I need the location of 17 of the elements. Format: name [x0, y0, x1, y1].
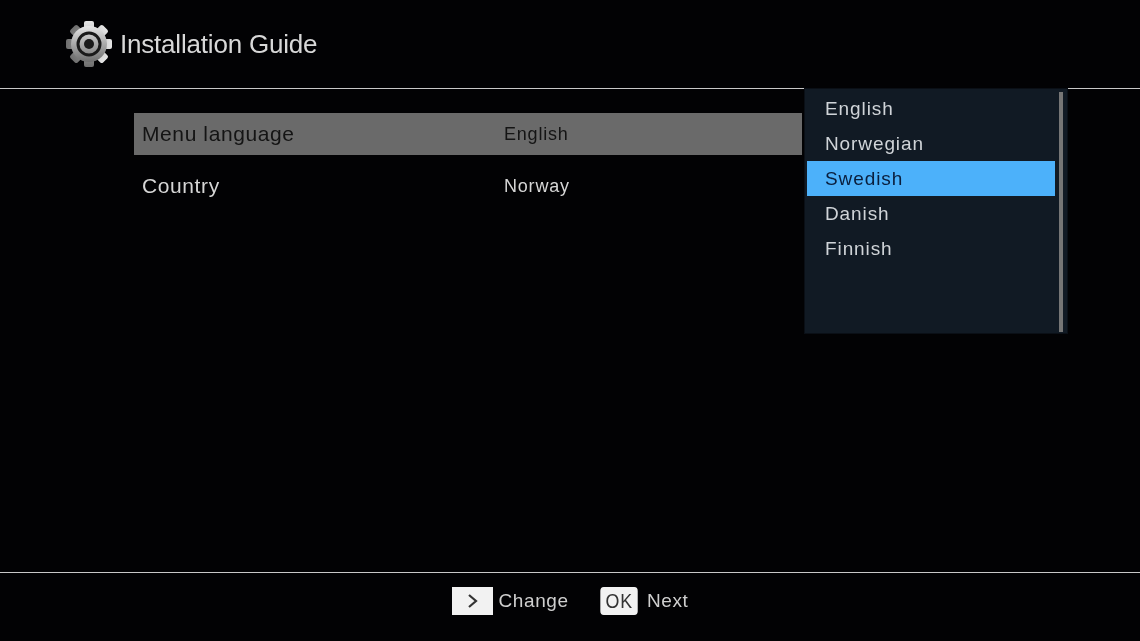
- setting-value: English: [504, 122, 569, 146]
- gear-icon: [66, 21, 112, 67]
- hint-label: Next: [647, 589, 689, 613]
- hint-label: Change: [498, 589, 569, 613]
- setting-label: Menu language: [141, 121, 296, 148]
- scrollbar-thumb[interactable]: [1059, 92, 1063, 332]
- language-option[interactable]: English: [807, 91, 1055, 126]
- setting-label: Country: [141, 173, 221, 200]
- language-option[interactable]: Finnish: [807, 231, 1055, 266]
- language-option[interactable]: Swedish: [807, 161, 1055, 196]
- settings-row[interactable]: Country Norway: [134, 165, 802, 207]
- screen-title: Installation Guide: [120, 27, 318, 61]
- language-option[interactable]: Norwegian: [807, 126, 1055, 161]
- language-option[interactable]: Danish: [807, 196, 1055, 231]
- chevron-right-icon: [451, 587, 493, 616]
- setting-value: Norway: [504, 174, 570, 198]
- ok-key: OK: [600, 587, 638, 616]
